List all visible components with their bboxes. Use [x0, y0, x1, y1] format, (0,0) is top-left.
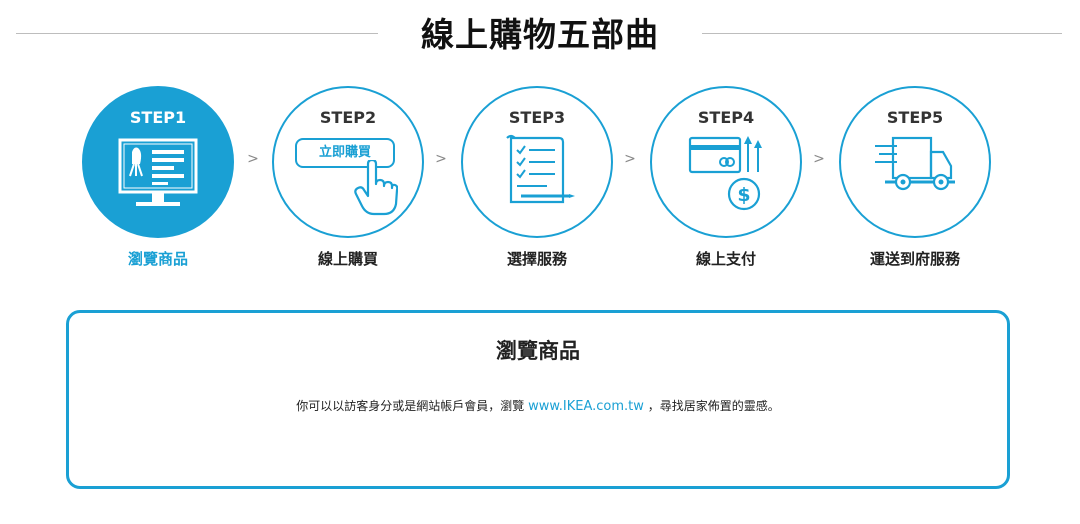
step-1-circle[interactable]: STEP1: [82, 86, 234, 238]
pointing-hand-icon: [354, 160, 398, 216]
detail-title: 瀏覽商品: [496, 339, 580, 363]
step-3-label[interactable]: 選擇服務: [461, 248, 613, 269]
svg-text:$: $: [737, 184, 750, 206]
checklist-pen-icon: [506, 134, 575, 204]
ikea-website-link[interactable]: www.IKEA.com.tw: [528, 399, 644, 414]
monitor-chair-icon: [118, 138, 198, 206]
step-2-circle[interactable]: STEP2 立即購買: [272, 86, 424, 238]
step-detail-panel: 瀏覽商品 你可以以訪客身分或是網站帳戶會員，瀏覽 www.IKEA.com.tw…: [66, 310, 1010, 489]
detail-text-before: 你可以以訪客身分或是網站帳戶會員，瀏覽: [296, 399, 529, 413]
step-2-label[interactable]: 線上購買: [272, 248, 424, 269]
step-4[interactable]: STEP4 $ 線上支付: [650, 86, 802, 269]
step-1-number: STEP1: [129, 108, 187, 127]
step-separator: >: [435, 151, 447, 167]
step-2[interactable]: STEP2 立即購買 線上購買: [272, 86, 424, 269]
delivery-truck-icon: [875, 136, 955, 191]
step-2-number: STEP2: [319, 108, 377, 127]
step-4-circle[interactable]: STEP4 $: [650, 86, 802, 238]
step-separator: >: [813, 151, 825, 167]
step-5-circle[interactable]: STEP5: [839, 86, 991, 238]
step-1-label[interactable]: 瀏覽商品: [82, 248, 234, 269]
step-1[interactable]: STEP1 瀏覽商品: [82, 86, 234, 269]
step-separator: >: [247, 151, 259, 167]
step-5[interactable]: STEP5 運送到府服務: [839, 86, 991, 269]
step-4-number: STEP4: [697, 108, 755, 127]
detail-text-after: ，尋找居家佈置的靈感。: [643, 399, 780, 413]
page-header: 線上購物五部曲: [0, 0, 1080, 64]
step-separator: >: [624, 151, 636, 167]
card-dollar-icon: $: [688, 136, 762, 211]
step-3-number: STEP3: [508, 108, 566, 127]
step-5-number: STEP5: [886, 108, 944, 127]
title-divider-right: [702, 33, 1062, 34]
step-3[interactable]: STEP3 選擇服務: [461, 86, 613, 269]
step-5-label[interactable]: 運送到府服務: [839, 248, 991, 269]
step-3-circle[interactable]: STEP3: [461, 86, 613, 238]
title-divider-left: [16, 33, 378, 34]
page-title: 線上購物五部曲: [421, 15, 659, 54]
detail-description: 你可以以訪客身分或是網站帳戶會員，瀏覽 www.IKEA.com.tw ，尋找居…: [69, 397, 1007, 414]
step-4-label[interactable]: 線上支付: [650, 248, 802, 269]
